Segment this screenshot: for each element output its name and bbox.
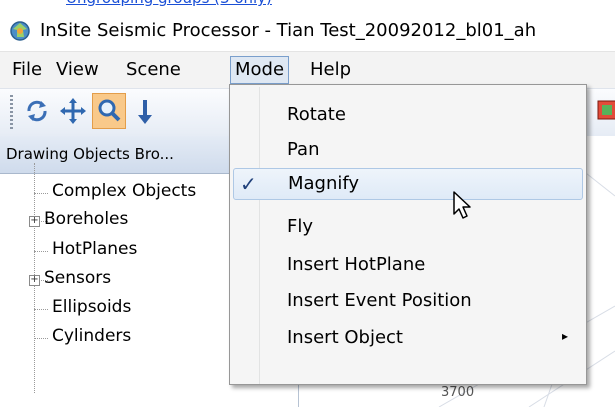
magnify-tool-button[interactable] [92,93,126,129]
top-link-strip: Ungrouping groups (3 only) [0,0,615,8]
expand-plus-icon[interactable]: + [29,275,40,286]
mode-menu-item-insert-event-position[interactable]: Insert Event Position [233,285,583,317]
rotate-tool-button[interactable] [20,93,54,129]
mode-menu: Rotate Pan ✓ Magnify Fly Insert HotPlane… [229,84,587,385]
tree-connector [34,251,48,252]
menu-item-label: Insert HotPlane [287,254,426,275]
mode-menu-item-insert-object[interactable]: Insert Object ▸ [233,322,583,354]
title-bar: InSite Seismic Processor - Tian Test_200… [0,8,615,51]
pan-icon [60,98,86,124]
mode-menu-item-fly[interactable]: Fly [233,211,583,243]
tree-connector [34,309,48,310]
axis-tick-label: 3700 [441,385,475,400]
tree-item-label: Complex Objects [52,181,197,201]
menu-file[interactable]: File [8,57,46,83]
checkmark-icon: ✓ [240,172,257,196]
magnify-icon [98,99,121,122]
menu-scene[interactable]: Scene [122,57,185,83]
rotate-icon [27,100,47,122]
menu-item-label: Magnify [288,173,360,194]
tree-item-label: Boreholes [44,209,129,229]
mode-menu-item-magnify[interactable]: ✓ Magnify [233,168,583,200]
expand-plus-icon[interactable]: + [29,216,40,227]
mode-menu-item-pan[interactable]: Pan [233,134,583,166]
window-title: InSite Seismic Processor - Tian Test_200… [40,20,537,41]
fly-icon [138,100,152,124]
tree-item-label: Cylinders [52,326,132,346]
menu-item-label: Insert Object [287,327,403,348]
menu-help[interactable]: Help [306,57,355,83]
display-icon[interactable] [596,98,615,122]
submenu-arrow-icon: ▸ [562,329,569,343]
panel-title: Drawing Objects Bro... [6,145,174,163]
menu-item-label: Rotate [287,104,346,125]
tree-item-label: Sensors [44,268,112,288]
tree-connector [34,338,48,339]
tree-item-label: Ellipsoids [52,297,132,317]
tree-connector [34,193,48,194]
mode-menu-item-rotate[interactable]: Rotate [233,99,583,131]
top-link-fragment[interactable]: Ungrouping groups (3 only) [66,0,272,7]
pan-tool-button[interactable] [56,93,90,129]
menu-view[interactable]: View [52,57,103,83]
mouse-pointer-icon [453,191,471,219]
menu-item-label: Fly [287,216,314,237]
fly-tool-button[interactable] [128,93,162,129]
menu-item-label: Insert Event Position [287,290,472,311]
toolbar-grip[interactable] [10,95,13,129]
app-icon [10,21,30,41]
tree-item-label: HotPlanes [52,239,138,259]
menu-item-label: Pan [287,139,320,160]
mode-menu-item-insert-hotplane[interactable]: Insert HotPlane [233,249,583,281]
menu-mode[interactable]: Mode [230,56,290,84]
